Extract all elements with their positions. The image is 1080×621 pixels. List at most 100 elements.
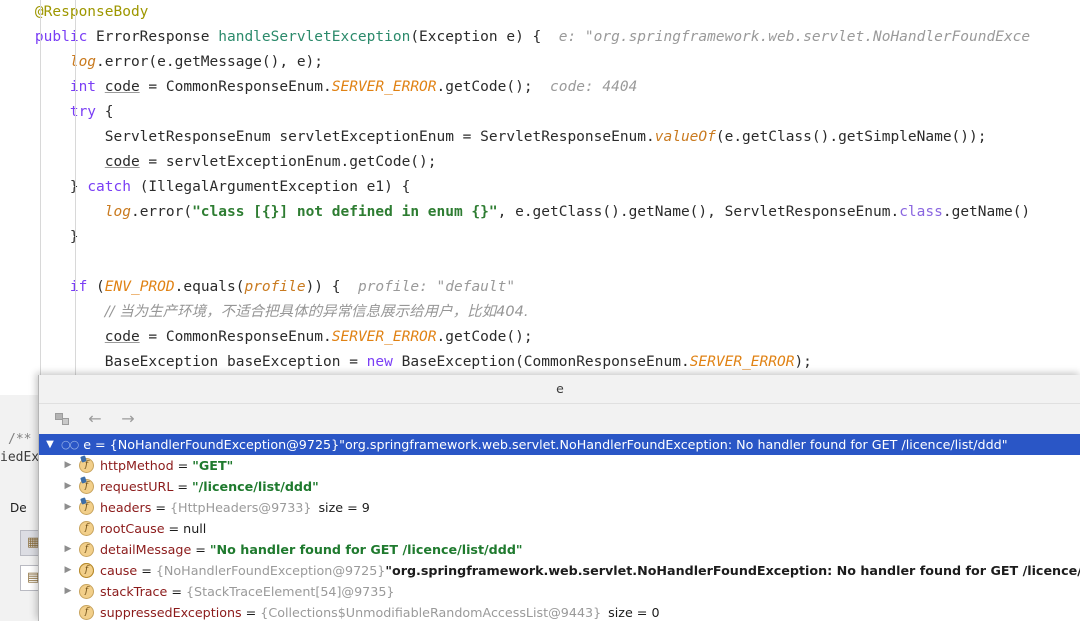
code-line[interactable]: } xyxy=(0,225,1080,250)
code-token: ); xyxy=(794,354,812,370)
debugger-value-popup[interactable]: e ← → ▼ ○○ e = {NoHandlerFoundException@9725… xyxy=(38,375,1080,621)
editor-code-area[interactable]: @ResponseBody public ErrorResponse handl… xyxy=(0,0,1080,395)
code-token: public xyxy=(34,29,97,45)
object-icon: ○○ xyxy=(61,438,79,451)
code-line[interactable]: code = CommonResponseEnum.SERVER_ERROR.g… xyxy=(0,325,1080,350)
variable-row[interactable]: ▶ f httpMethod = "GET" xyxy=(39,455,1080,476)
equals-sign: = xyxy=(195,542,206,557)
code-token: log xyxy=(104,204,131,220)
code-line[interactable]: ServletResponseEnum servletExceptionEnum… xyxy=(0,125,1080,150)
expand-toggle-icon[interactable]: ▶ xyxy=(57,560,79,581)
code-token: SERVER_ERROR xyxy=(331,79,437,95)
indent-guide xyxy=(40,200,41,225)
expand-toggle-icon[interactable]: ▶ xyxy=(57,497,79,518)
variable-ref: {HttpHeaders@9733} xyxy=(169,500,312,515)
variable-row[interactable]: ▶ f cause = {NoHandlerFoundException@9725} "… xyxy=(39,560,1080,581)
variable-row[interactable]: ▶ f stackTrace = {StackTraceElement[54]@9735… xyxy=(39,581,1080,602)
expand-toggle-icon[interactable]: ▶ xyxy=(57,455,79,476)
variable-value: "/licence/list/ddd" xyxy=(192,479,319,494)
variable-name: cause xyxy=(100,563,138,578)
code-token: "class [{}] not defined in enum {}" xyxy=(192,204,498,220)
code-line[interactable]: log.error(e.getMessage(), e); xyxy=(0,50,1080,75)
code-token: (e.getClass().getSimpleName()); xyxy=(715,129,987,145)
code-line[interactable]: try { xyxy=(0,100,1080,125)
variable-name: requestURL xyxy=(100,479,174,494)
code-line[interactable]: public ErrorResponse handleServletExcept… xyxy=(0,25,1080,50)
indent-guide xyxy=(75,25,76,50)
expand-toggle-open-icon[interactable]: ▼ xyxy=(39,434,61,455)
variable-value: "GET" xyxy=(192,458,234,473)
equals-sign: = xyxy=(168,521,180,536)
indent-guide xyxy=(75,50,76,75)
code-token: code xyxy=(104,329,140,345)
indent-guide xyxy=(40,125,41,150)
expand-toggle-icon[interactable]: ▶ xyxy=(57,539,79,560)
code-line[interactable]: code = servletExceptionEnum.getCode(); xyxy=(0,150,1080,175)
code-line[interactable]: // 当为生产环境，不适合把具体的异常信息展示给用户，比如404. xyxy=(0,300,1080,325)
code-line[interactable]: int code = CommonResponseEnum.SERVER_ERR… xyxy=(0,75,1080,100)
code-line[interactable]: log.error("class [{}] not defined in enu… xyxy=(0,200,1080,225)
debugger-variables-tree[interactable]: ▼ ○○ e = {NoHandlerFoundException@9725} "org… xyxy=(39,434,1080,621)
variable-size: size = 0 xyxy=(608,605,660,620)
variable-row[interactable]: ▼ ○○ e = {NoHandlerFoundException@9725} "org… xyxy=(39,434,1080,455)
code-line[interactable]: if (ENV_PROD.equals(profile)) { profile:… xyxy=(0,275,1080,300)
variable-ref: {NoHandlerFoundException@9725} xyxy=(109,437,340,452)
variable-row[interactable]: ▶f rootCause=null xyxy=(39,518,1080,539)
code-token: BaseException baseException = xyxy=(104,354,367,370)
code-line[interactable]: @ResponseBody xyxy=(0,0,1080,25)
variable-ref: {StackTraceElement[54]@9735} xyxy=(185,584,395,599)
indent-guide xyxy=(40,175,41,200)
code-token: ( xyxy=(96,279,105,295)
expand-toggle-icon[interactable]: ▶ xyxy=(57,581,79,602)
back-arrow-icon[interactable]: ← xyxy=(84,408,106,430)
variable-name: httpMethod xyxy=(100,458,174,473)
popup-toolbar[interactable]: ← → xyxy=(39,403,1080,434)
background-tab-label: De xyxy=(10,501,27,515)
indent-guide xyxy=(40,225,41,250)
indent-guide xyxy=(40,50,41,75)
indent-guide xyxy=(40,275,41,300)
field-icon: f xyxy=(79,458,94,473)
variable-row[interactable]: ▶ f requestURL = "/licence/list/ddd" xyxy=(39,476,1080,497)
indent-guide xyxy=(75,300,76,325)
set-value-icon[interactable] xyxy=(51,408,73,430)
indent-guide xyxy=(40,0,41,25)
equals-sign: = xyxy=(245,605,257,620)
code-line[interactable]: } catch (IllegalArgumentException e1) { xyxy=(0,175,1080,200)
code-token: class xyxy=(899,204,943,220)
code-line[interactable] xyxy=(0,250,1080,275)
variable-ref: {NoHandlerFoundException@9725} xyxy=(155,563,386,578)
code-token: // 当为生产环境，不适合把具体的异常信息展示给用户，比如404. xyxy=(104,304,529,320)
variable-name: suppressedExceptions xyxy=(100,605,242,620)
variable-name: stackTrace xyxy=(100,584,168,599)
code-token: } xyxy=(69,179,88,195)
equals-sign: = xyxy=(141,563,152,578)
expand-toggle-icon[interactable]: ▶ xyxy=(57,476,79,497)
field-icon: f xyxy=(79,479,94,494)
code-line[interactable]: BaseException baseException = new BaseEx… xyxy=(0,350,1080,375)
code-token: handleServletException xyxy=(218,29,411,45)
code-token: .getCode(); xyxy=(436,329,533,345)
variable-row[interactable]: ▶f suppressedExceptions={Collections$Unmo… xyxy=(39,602,1080,621)
indent-guide xyxy=(75,250,76,275)
indent-guide xyxy=(75,200,76,225)
forward-arrow-icon[interactable]: → xyxy=(117,408,139,430)
variable-row[interactable]: ▶ f headers = {HttpHeaders@9733} size = 9 xyxy=(39,497,1080,518)
indent-guide xyxy=(75,225,76,250)
code-editor[interactable]: @ResponseBody public ErrorResponse handl… xyxy=(0,0,1080,395)
code-token: = servletExceptionEnum.getCode(); xyxy=(139,154,437,170)
equals-sign: = xyxy=(95,437,106,452)
code-token: ErrorResponse xyxy=(96,29,219,45)
field-icon: f xyxy=(79,521,94,536)
variable-row[interactable]: ▶ f detailMessage = "No handler found for GE… xyxy=(39,539,1080,560)
code-token: @ResponseBody xyxy=(34,4,149,20)
indent-guide xyxy=(75,75,76,100)
equals-sign: = xyxy=(177,479,189,494)
